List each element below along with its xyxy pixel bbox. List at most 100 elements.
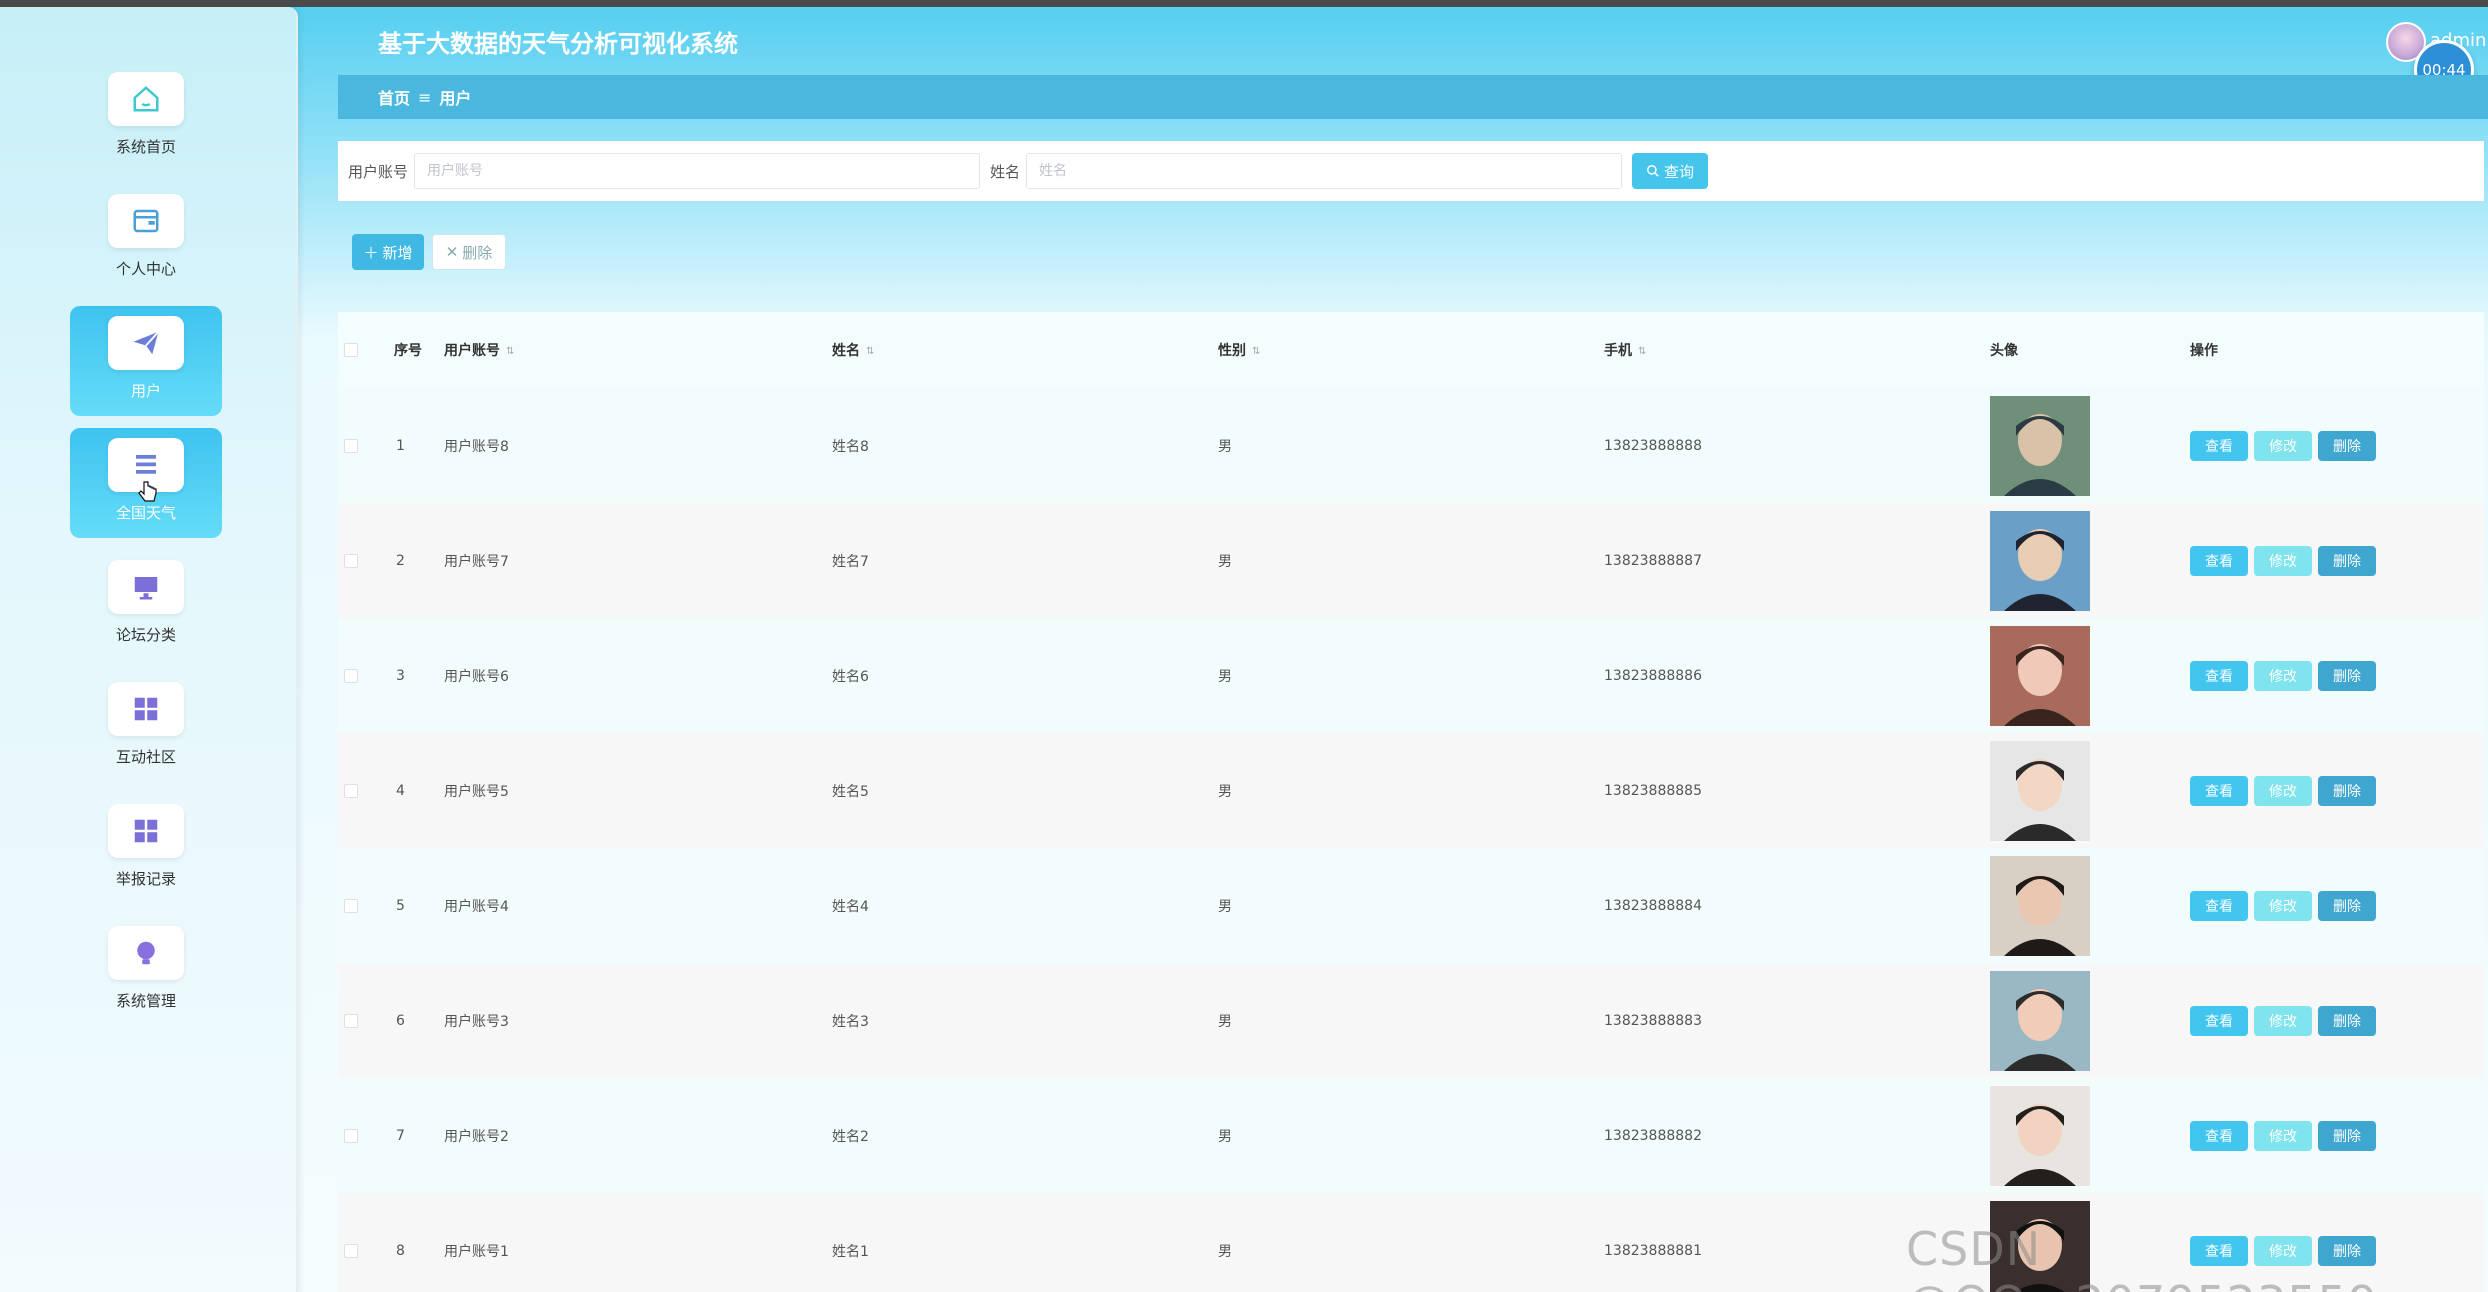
table-row[interactable]: 7 用户账号2 姓名2 男 13823888882 查看 修改 删除 <box>338 1078 2484 1193</box>
top-window-strip <box>0 0 2488 7</box>
view-button[interactable]: 查看 <box>2190 1120 2248 1151</box>
sort-icon: ⇅ <box>1638 345 1647 357</box>
view-button[interactable]: 查看 <box>2190 890 2248 921</box>
col-name[interactable]: 姓名 ⇅ <box>832 340 874 360</box>
col-account[interactable]: 用户账号 ⇅ <box>444 340 514 360</box>
row-checkbox[interactable] <box>344 898 358 913</box>
cell-name: 姓名8 <box>832 438 869 455</box>
delete-button[interactable]: 删除 <box>2318 545 2376 576</box>
view-button[interactable]: 查看 <box>2190 775 2248 806</box>
cell-name: 姓名5 <box>832 783 869 800</box>
cell-phone: 13823888886 <box>1604 667 1702 684</box>
edit-button[interactable]: 修改 <box>2254 890 2312 921</box>
send-icon <box>108 316 184 370</box>
cell-gender: 男 <box>1218 1013 1232 1030</box>
cell-gender: 男 <box>1218 1243 1232 1260</box>
avatar-photo <box>1990 510 2090 611</box>
cell-phone: 13823888883 <box>1604 1012 1702 1029</box>
sidebar-item-profile[interactable]: 个人中心 <box>70 184 222 294</box>
sidebar-item-forum-category[interactable]: 论坛分类 <box>70 550 222 660</box>
row-checkbox[interactable] <box>344 783 358 798</box>
select-all-checkbox[interactable] <box>344 343 358 357</box>
sidebar-item-label: 个人中心 <box>115 260 176 278</box>
query-button[interactable]: 查询 <box>1632 153 1709 189</box>
table-row[interactable]: 2 用户账号7 姓名7 男 13823888887 查看 修改 删除 <box>338 503 2484 618</box>
avatar-photo <box>1990 625 2090 726</box>
row-actions: 查看 修改 删除 <box>2190 545 2376 576</box>
cell-account: 用户账号7 <box>444 553 509 570</box>
cell-account: 用户账号3 <box>444 1013 509 1030</box>
row-checkbox[interactable] <box>344 553 358 568</box>
edit-button[interactable]: 修改 <box>2254 430 2312 461</box>
add-button-label: 新增 <box>382 243 413 262</box>
edit-button[interactable]: 修改 <box>2254 545 2312 576</box>
edit-button[interactable]: 修改 <box>2254 775 2312 806</box>
cell-gender: 男 <box>1218 1128 1232 1145</box>
cell-account: 用户账号5 <box>444 783 509 800</box>
col-phone[interactable]: 手机 ⇅ <box>1604 340 1646 360</box>
sidebar-item-system[interactable]: 系统管理 <box>70 916 222 1026</box>
cursor-hand-icon <box>138 481 157 502</box>
users-table: 序号 用户账号 ⇅ 姓名 ⇅ 性别 ⇅ 手机 ⇅ 头像 操作 1 用户账号8 姓名8 男 138… <box>338 312 2484 1292</box>
row-actions: 查看 修改 删除 <box>2190 775 2376 806</box>
view-button[interactable]: 查看 <box>2190 660 2248 691</box>
cell-index: 7 <box>396 1127 405 1144</box>
breadcrumb-home[interactable]: 首页 <box>378 85 410 109</box>
grid-icon <box>108 682 184 736</box>
sidebar-item-weather[interactable]: 全国天气 <box>70 428 222 538</box>
name-search-input[interactable] <box>1026 153 1623 189</box>
view-button[interactable]: 查看 <box>2190 545 2248 576</box>
col-index: 序号 <box>394 343 422 359</box>
batch-delete-button[interactable]: ✕ 删除 <box>432 234 506 270</box>
sidebar-item-label: 全国天气 <box>115 504 176 522</box>
grid-icon <box>108 804 184 858</box>
account-label: 用户账号 <box>348 162 409 181</box>
delete-button[interactable]: 删除 <box>2318 890 2376 921</box>
avatar-photo <box>1990 395 2090 496</box>
cell-index: 6 <box>396 1012 405 1029</box>
delete-button[interactable]: 删除 <box>2318 1120 2376 1151</box>
row-checkbox[interactable] <box>344 1013 358 1028</box>
cell-phone: 13823888884 <box>1604 897 1702 914</box>
add-button[interactable]: ＋ 新增 <box>352 234 424 270</box>
table-row[interactable]: 3 用户账号6 姓名6 男 13823888886 查看 修改 删除 <box>338 618 2484 733</box>
table-row[interactable]: 6 用户账号3 姓名3 男 13823888883 查看 修改 删除 <box>338 963 2484 1078</box>
row-checkbox[interactable] <box>344 1243 358 1258</box>
sidebar-item-users[interactable]: 用户 <box>70 306 222 416</box>
cell-account: 用户账号1 <box>444 1243 509 1260</box>
sort-icon: ⇅ <box>866 345 875 357</box>
avatar-photo <box>1990 1085 2090 1186</box>
plus-icon: ＋ <box>363 243 379 262</box>
cell-account: 用户账号6 <box>444 668 509 685</box>
view-button[interactable]: 查看 <box>2190 430 2248 461</box>
edit-button[interactable]: 修改 <box>2254 660 2312 691</box>
cell-account: 用户账号2 <box>444 1128 509 1145</box>
table-row[interactable]: 5 用户账号4 姓名4 男 13823888884 查看 修改 删除 <box>338 848 2484 963</box>
col-gender[interactable]: 性别 ⇅ <box>1218 340 1260 360</box>
sidebar-item-community[interactable]: 互动社区 <box>70 672 222 782</box>
account-search-input[interactable] <box>414 153 981 189</box>
breadcrumb: 首页 ≡ 用户 <box>338 75 2488 119</box>
edit-button[interactable]: 修改 <box>2254 1120 2312 1151</box>
delete-button[interactable]: 删除 <box>2318 430 2376 461</box>
sidebar-item-reports[interactable]: 举报记录 <box>70 794 222 904</box>
sidebar-item-home[interactable]: 系统首页 <box>70 62 222 172</box>
cell-index: 1 <box>396 437 405 454</box>
cell-phone: 13823888881 <box>1604 1242 1702 1259</box>
row-checkbox[interactable] <box>344 1128 358 1143</box>
name-label: 姓名 <box>990 162 1021 181</box>
table-row[interactable]: 1 用户账号8 姓名8 男 13823888888 查看 修改 删除 <box>338 388 2484 503</box>
row-checkbox[interactable] <box>344 668 358 683</box>
cell-gender: 男 <box>1218 783 1232 800</box>
edit-button[interactable]: 修改 <box>2254 1005 2312 1036</box>
sort-icon: ⇅ <box>1252 345 1261 357</box>
row-checkbox[interactable] <box>344 438 358 453</box>
table-row[interactable]: 4 用户账号5 姓名5 男 13823888885 查看 修改 删除 <box>338 733 2484 848</box>
delete-button[interactable]: 删除 <box>2318 775 2376 806</box>
cell-name: 姓名4 <box>832 898 869 915</box>
view-button[interactable]: 查看 <box>2190 1005 2248 1036</box>
delete-button[interactable]: 删除 <box>2318 660 2376 691</box>
cell-index: 3 <box>396 667 405 684</box>
breadcrumb-separator: ≡ <box>418 87 432 107</box>
delete-button[interactable]: 删除 <box>2318 1005 2376 1036</box>
